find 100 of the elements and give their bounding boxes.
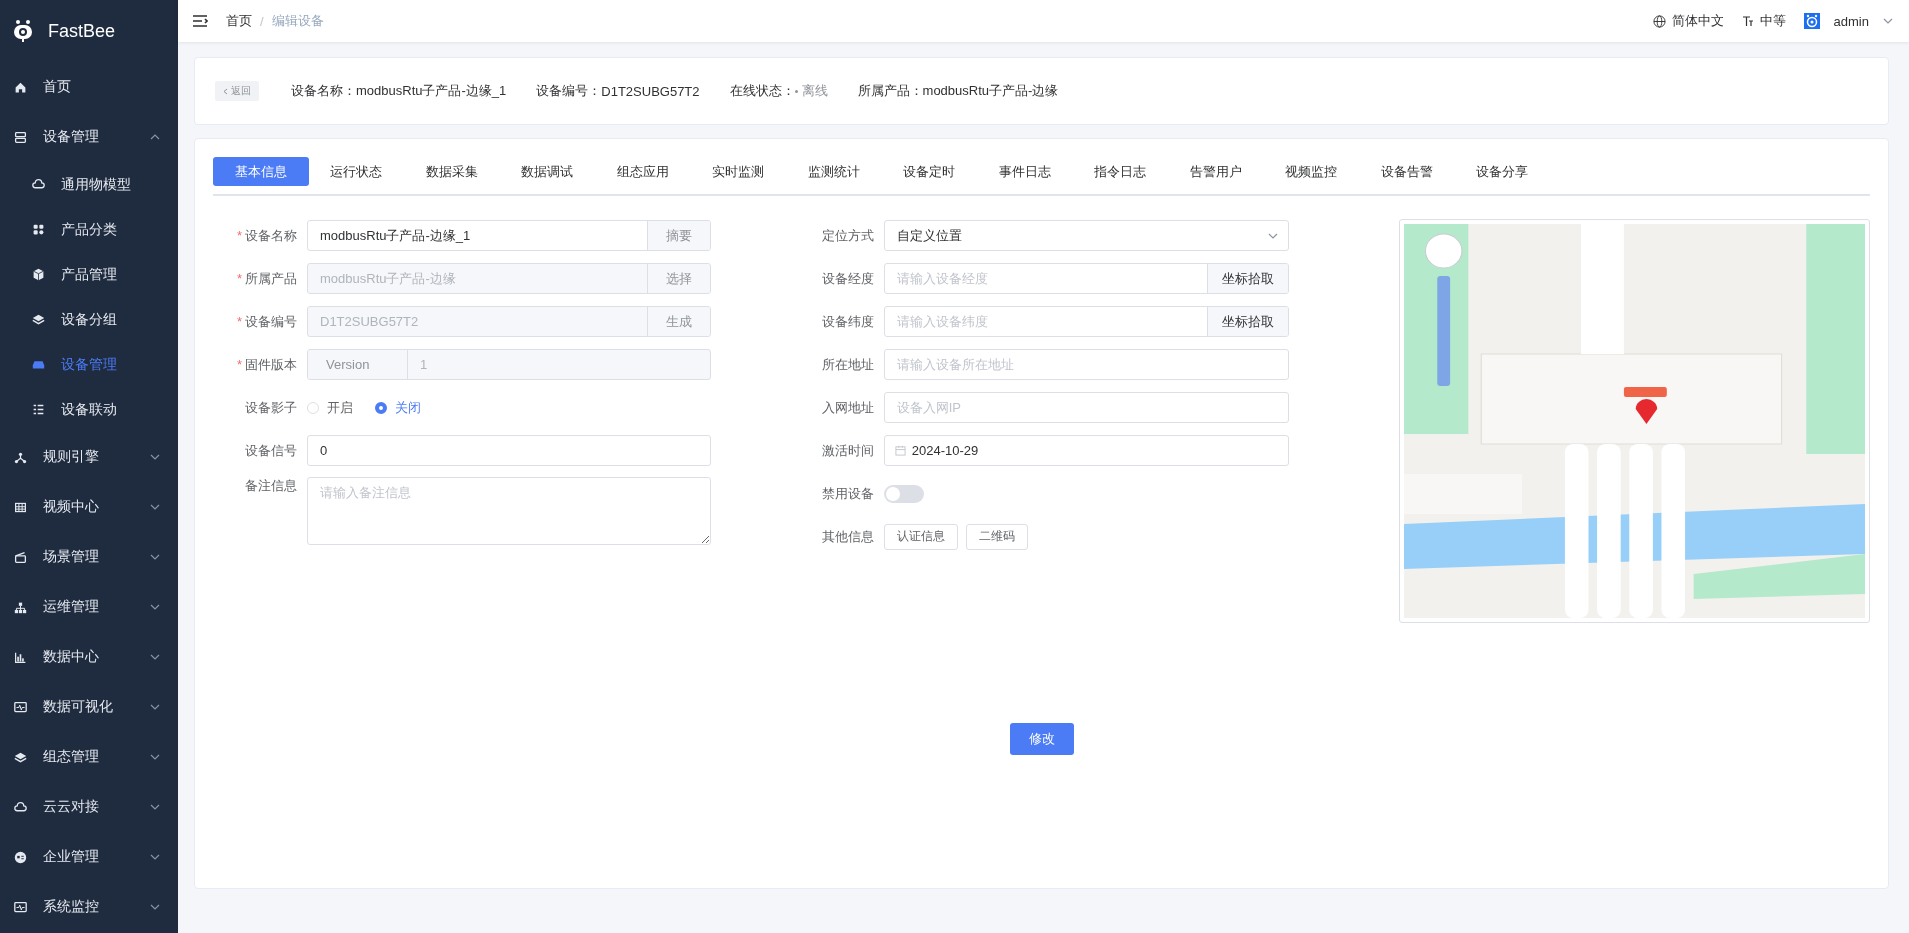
drive-icon	[32, 358, 45, 371]
status-value: 离线	[801, 82, 828, 100]
form-label: 设备信号	[245, 442, 297, 458]
menu-item[interactable]: 云云对接	[0, 782, 178, 832]
required-mark: *	[236, 356, 242, 372]
size-selector[interactable]: 中等	[1759, 12, 1786, 30]
user-menu[interactable]: admin	[1833, 13, 1869, 29]
radio-option[interactable]: 关闭	[375, 398, 421, 417]
required-mark: *	[236, 313, 242, 329]
text-field[interactable]: modbusRtu子产品-边缘_1	[308, 221, 647, 250]
tab[interactable]: 设备告警	[1359, 157, 1455, 186]
select-field[interactable]: 自定义位置	[884, 228, 1268, 243]
submenu-item[interactable]: 产品管理	[0, 252, 178, 297]
input-group[interactable]: 请输入设备纬度 坐标拾取	[883, 306, 1289, 337]
tab[interactable]: 指令日志	[1072, 157, 1168, 186]
bar-chart-icon	[14, 650, 27, 664]
submenu-item[interactable]: 设备管理	[0, 342, 178, 387]
menu-item[interactable]: 数据中心	[0, 632, 178, 682]
language-selector[interactable]: 简体中文	[1671, 12, 1724, 30]
nodes-icon	[14, 450, 27, 464]
submenu-item[interactable]: 通用物模型	[0, 162, 178, 207]
info-button[interactable]: 二维码	[965, 523, 1028, 550]
globe-icon	[1652, 14, 1666, 28]
prepend-label: Version	[308, 350, 408, 379]
radio-option[interactable]: 开启	[307, 398, 353, 417]
tab[interactable]: 设备分享	[1454, 157, 1550, 186]
form-label: 所属产品	[245, 270, 297, 286]
submenu-item[interactable]: 产品分类	[0, 207, 178, 252]
form-label: 所在地址	[820, 355, 875, 374]
tab[interactable]: 组态应用	[595, 157, 691, 186]
menu-icon[interactable]	[192, 14, 208, 28]
pick-coordinate-button[interactable]: 坐标拾取	[1206, 264, 1288, 293]
text-field[interactable]: 请输入设备经度	[884, 264, 1207, 293]
tab[interactable]: 告警用户	[1168, 157, 1264, 186]
avatar-icon[interactable]	[1803, 13, 1820, 29]
tab[interactable]: 运行状态	[308, 157, 404, 186]
home-icon	[14, 80, 27, 94]
input-group[interactable]: 请输入设备经度 坐标拾取	[883, 263, 1289, 294]
tab[interactable]: 事件日志	[977, 157, 1073, 186]
info-button[interactable]: 认证信息	[883, 523, 958, 550]
submenu-item[interactable]: 设备联动	[0, 387, 178, 432]
calendar-icon	[894, 445, 906, 456]
text-field[interactable]: 0	[308, 436, 710, 465]
select-group[interactable]: 自定义位置	[883, 220, 1289, 251]
tab[interactable]: 视频监控	[1263, 157, 1359, 186]
date-group[interactable]: 2024-10-29	[883, 435, 1289, 466]
submenu-item[interactable]: 设备分组	[0, 297, 178, 342]
info-value: D1T2SUBG57T2	[601, 83, 700, 99]
form-label: 入网地址	[820, 398, 875, 417]
breadcrumb-item[interactable]: 首页	[226, 12, 252, 30]
tab[interactable]: 监测统计	[786, 157, 882, 186]
form-label: 固件版本	[245, 356, 297, 372]
tab[interactable]: 基本信息	[213, 157, 309, 186]
text-field[interactable]: 请输入设备纬度	[884, 307, 1207, 336]
menu-item[interactable]: 组态管理	[0, 732, 178, 782]
chevron-down-icon	[1883, 18, 1893, 24]
layers-icon	[32, 313, 45, 326]
tab[interactable]: 实时监测	[690, 157, 786, 186]
form-label: 其他信息	[820, 527, 875, 546]
menu-item[interactable]: 场景管理	[0, 532, 178, 582]
menu-item[interactable]: 规则引擎	[0, 432, 178, 482]
form-label: 设备经度	[820, 269, 875, 288]
monitor-icon	[14, 900, 27, 914]
menu-item[interactable]: 设备管理	[0, 112, 178, 162]
menu-item[interactable]: 企业管理	[0, 832, 178, 882]
menu-item[interactable]: 首页	[0, 62, 178, 112]
cloud-icon	[14, 800, 27, 814]
text-field[interactable]: 设备入网IP	[884, 393, 1288, 422]
menu-item[interactable]: 数据可视化	[0, 682, 178, 732]
info-value: modbusRtu子产品-边缘	[922, 82, 1059, 100]
clapperboard-icon	[14, 550, 27, 564]
form-label: 备注信息	[245, 478, 297, 493]
form-label: 激活时间	[820, 441, 875, 460]
date-field[interactable]: 2024-10-29	[905, 443, 1288, 458]
cloud-icon	[32, 178, 45, 191]
monitor-icon	[14, 700, 27, 714]
remark-textarea[interactable]: 请输入备注信息	[307, 477, 711, 545]
tab[interactable]: 数据采集	[404, 157, 500, 186]
form-label: 禁用设备	[820, 484, 875, 503]
grid-icon	[32, 223, 45, 236]
info-value: modbusRtu子产品-边缘_1	[356, 82, 507, 100]
font-size-icon	[1741, 15, 1754, 27]
menu-item[interactable]: 系统监控	[0, 882, 178, 932]
form-label: 定位方式	[820, 226, 875, 245]
submit-button[interactable]: 修改	[1009, 723, 1074, 755]
menu-item[interactable]: 运维管理	[0, 582, 178, 632]
tab[interactable]: 数据调试	[499, 157, 595, 186]
input-group[interactable]: modbusRtu子产品-边缘_1 摘要	[307, 220, 711, 251]
chevron-down-icon	[1267, 232, 1278, 239]
breadcrumb-separator: /	[260, 13, 264, 29]
text-field[interactable]: 请输入设备所在地址	[884, 350, 1288, 379]
layers-icon	[14, 750, 27, 764]
tab[interactable]: 设备定时	[881, 157, 977, 186]
toggle-switch[interactable]	[883, 484, 924, 503]
robot-logo-icon	[12, 19, 34, 43]
info-label: 设备名称：	[291, 82, 356, 100]
menu-item[interactable]: 视频中心	[0, 482, 178, 532]
required-mark: *	[236, 270, 242, 286]
pick-coordinate-button[interactable]: 坐标拾取	[1206, 307, 1288, 336]
hierarchy-icon	[14, 600, 27, 614]
